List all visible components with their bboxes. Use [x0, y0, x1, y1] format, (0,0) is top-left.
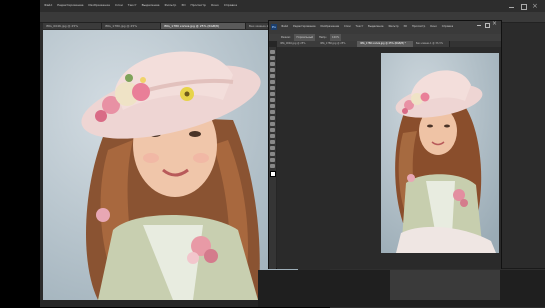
lasso-tool-icon[interactable] [270, 62, 275, 66]
back-tab-2[interactable]: IMG_1780.jpg @ 25% [102, 23, 161, 29]
front-maximize-icon[interactable] [485, 23, 490, 28]
shape-tool-icon[interactable] [270, 152, 275, 156]
front-menu-filter[interactable]: Фильтр [388, 25, 398, 29]
menu-file[interactable]: Файл [44, 4, 52, 7]
front-menu-file[interactable]: Файл [281, 25, 288, 29]
front-menu-view[interactable]: Просмотр [412, 25, 425, 29]
front-menu-help[interactable]: Справка [442, 25, 453, 29]
back-tab-1[interactable]: IMG_0046.jpg @ 25% [43, 23, 102, 29]
back-tab-bar: IMG_0046.jpg @ 25% IMG_1780.jpg @ 25% IM… [43, 23, 305, 29]
front-menu-edit[interactable]: Редактирование [293, 25, 316, 29]
maximize-icon[interactable] [521, 4, 527, 10]
mode-select[interactable]: Нормальный [294, 34, 316, 41]
pen-tool-icon[interactable] [270, 134, 275, 138]
ps-logo-icon: Ps [271, 24, 277, 30]
type-tool-icon[interactable] [270, 140, 275, 144]
lower-panel-strip [258, 270, 545, 307]
brush-tool-icon[interactable] [270, 92, 275, 96]
girl-photo-large [43, 30, 298, 300]
mode-label: Режим: [281, 36, 291, 39]
back-window-controls: × [501, 3, 541, 11]
front-menu-window[interactable]: Окно [430, 25, 437, 29]
girl-photo-small [381, 53, 499, 253]
opacity-label: Непр.: [318, 36, 328, 39]
crop-tool-icon[interactable] [270, 74, 275, 78]
move-tool-icon[interactable] [270, 50, 275, 54]
menu-3d[interactable]: 3D [181, 4, 185, 7]
marquee-tool-icon[interactable] [270, 56, 275, 60]
front-window-controls: × [475, 21, 499, 28]
foreground-color-swatch[interactable] [270, 171, 276, 177]
eraser-tool-icon[interactable] [270, 110, 275, 114]
back-menu-bar: Файл Редактирование Изображение Слои Тек… [40, 0, 545, 12]
clone-stamp-tool-icon[interactable] [270, 98, 275, 102]
opacity-field[interactable]: 100% [330, 34, 342, 41]
front-options-bar: Режим: Нормальный Непр.: 100% [269, 34, 501, 41]
lower-panel-block [390, 270, 500, 300]
history-brush-tool-icon[interactable] [270, 104, 275, 108]
blur-tool-icon[interactable] [270, 122, 275, 126]
menu-filter[interactable]: Фильтр [164, 4, 176, 7]
menu-help[interactable]: Справка [224, 4, 237, 7]
menu-text[interactable]: Текст [128, 4, 137, 7]
quick-select-tool-icon[interactable] [270, 68, 275, 72]
path-select-tool-icon[interactable] [270, 146, 275, 150]
back-tab-3[interactable]: IMG_1780 копия.jpg @ 25% (RGB/8) [161, 23, 246, 29]
close-icon[interactable]: × [532, 3, 538, 10]
front-photoshop-window: Ps Файл Редактирование Изображение Слои … [268, 20, 502, 269]
back-canvas-photo [43, 30, 298, 300]
front-close-icon[interactable]: × [492, 21, 497, 27]
front-minimize-icon[interactable] [477, 25, 481, 26]
front-menu-layers[interactable]: Слои [344, 25, 351, 29]
front-toolbar [269, 47, 276, 269]
menu-image[interactable]: Изображение [88, 4, 110, 7]
gradient-tool-icon[interactable] [270, 116, 275, 120]
front-canvas-photo [381, 53, 499, 253]
hand-tool-icon[interactable] [270, 158, 275, 162]
menu-window[interactable]: Окно [211, 4, 219, 7]
healing-brush-tool-icon[interactable] [270, 86, 275, 90]
front-menu-select[interactable]: Выделение [368, 25, 383, 29]
menu-view[interactable]: Просмотр [190, 4, 205, 7]
front-menu-bar: Ps Файл Редактирование Изображение Слои … [269, 21, 501, 34]
menu-select[interactable]: Выделение [142, 4, 160, 7]
minimize-icon[interactable] [509, 7, 514, 8]
menu-layers[interactable]: Слои [115, 4, 123, 7]
zoom-tool-icon[interactable] [270, 164, 275, 168]
front-menu-3d[interactable]: 3D [403, 25, 407, 29]
eyedropper-tool-icon[interactable] [270, 80, 275, 84]
dodge-tool-icon[interactable] [270, 128, 275, 132]
front-menu-text[interactable]: Текст [356, 25, 364, 29]
menu-edit[interactable]: Редактирование [57, 4, 83, 7]
front-menu-image[interactable]: Изображение [320, 25, 339, 29]
